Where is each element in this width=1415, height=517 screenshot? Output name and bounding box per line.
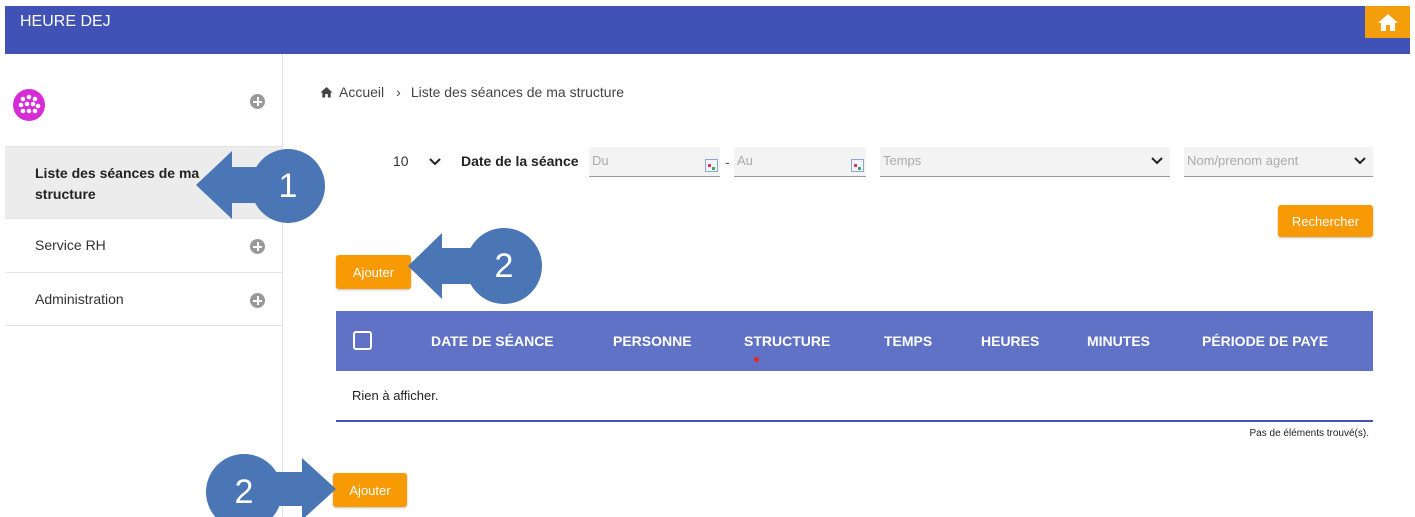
page-size-select[interactable]: 10 xyxy=(387,148,447,176)
column-minutes[interactable]: MINUTES xyxy=(1087,333,1150,349)
breadcrumb-home-link[interactable]: Accueil xyxy=(339,84,384,100)
add-button-top[interactable]: Ajouter xyxy=(336,255,411,289)
select-all-checkbox[interactable] xyxy=(353,331,372,350)
home-icon xyxy=(320,87,333,98)
home-button[interactable] xyxy=(1365,6,1410,38)
sidebar: Liste des séances de ma structure Servic… xyxy=(5,54,283,517)
plus-circle-icon[interactable] xyxy=(250,239,265,254)
date-separator: - xyxy=(725,154,730,170)
column-date-seance[interactable]: DATE DE SÉANCE xyxy=(431,333,554,349)
table-footer-status: Pas de éléments trouvé(s). xyxy=(1249,428,1370,439)
breadcrumb-separator: › xyxy=(396,84,401,100)
sidebar-item-label: Liste des séances de ma structure xyxy=(35,163,199,205)
page: HEURE DEJ Liste des séances de ma struct… xyxy=(0,0,1415,517)
temps-placeholder: Temps xyxy=(883,153,922,168)
date-to-placeholder: Au xyxy=(737,153,753,168)
calendar-icon[interactable] xyxy=(851,159,864,172)
annotation-number-2: 2 xyxy=(466,228,542,304)
date-from-input[interactable]: Du xyxy=(589,147,720,177)
chevron-down-icon xyxy=(429,158,441,166)
temps-select[interactable]: Temps xyxy=(880,147,1170,177)
breadcrumb-current: Liste des séances de ma structure xyxy=(410,84,625,100)
sidebar-item-label: Service RH xyxy=(35,237,106,253)
sidebar-item-label-line1: Liste des séances de ma xyxy=(35,165,200,181)
plus-circle-icon[interactable] xyxy=(250,293,265,308)
sort-indicator-dot xyxy=(754,357,759,362)
top-bar: HEURE DEJ xyxy=(5,6,1410,54)
sidebar-item-label-line2: structure xyxy=(35,186,96,202)
calendar-icon[interactable] xyxy=(705,159,718,172)
plus-circle-icon[interactable] xyxy=(250,94,265,109)
sidebar-item-label: Administration xyxy=(35,291,124,307)
table-empty-message: Rien à afficher. xyxy=(352,388,439,403)
arrow-right-icon xyxy=(262,458,336,517)
date-label: Date de la séance xyxy=(461,153,579,169)
chevron-down-icon xyxy=(1354,157,1366,165)
logo-icon xyxy=(13,89,45,121)
agent-placeholder: Nom/prenom agent xyxy=(1187,153,1299,168)
home-icon xyxy=(1377,14,1398,31)
date-to-input[interactable]: Au xyxy=(734,147,866,177)
column-temps[interactable]: TEMPS xyxy=(884,333,932,349)
column-periode-de-paye[interactable]: PÉRIODE DE PAYE xyxy=(1202,333,1328,349)
table-bottom-border xyxy=(336,420,1373,422)
sidebar-item-service-rh[interactable]: Service RH xyxy=(5,218,283,272)
search-button[interactable]: Rechercher xyxy=(1278,205,1373,237)
add-button-bottom[interactable]: Ajouter xyxy=(333,473,407,507)
agent-select[interactable]: Nom/prenom agent xyxy=(1184,147,1373,177)
app-title: HEURE DEJ xyxy=(20,13,111,30)
date-from-placeholder: Du xyxy=(592,153,609,168)
breadcrumb: Accueil › Liste des séances de ma struct… xyxy=(320,84,624,100)
column-personne[interactable]: PERSONNE xyxy=(613,333,692,349)
column-structure[interactable]: STRUCTURE xyxy=(744,333,830,349)
page-size-value: 10 xyxy=(393,153,409,169)
sidebar-header xyxy=(5,54,283,146)
column-heures[interactable]: HEURES xyxy=(981,333,1039,349)
chevron-down-icon xyxy=(1151,157,1163,165)
table-header: DATE DE SÉANCE PERSONNE STRUCTURE TEMPS … xyxy=(336,311,1373,371)
annotation-number-1: 1 xyxy=(251,149,325,223)
sidebar-item-administration[interactable]: Administration xyxy=(5,272,283,326)
